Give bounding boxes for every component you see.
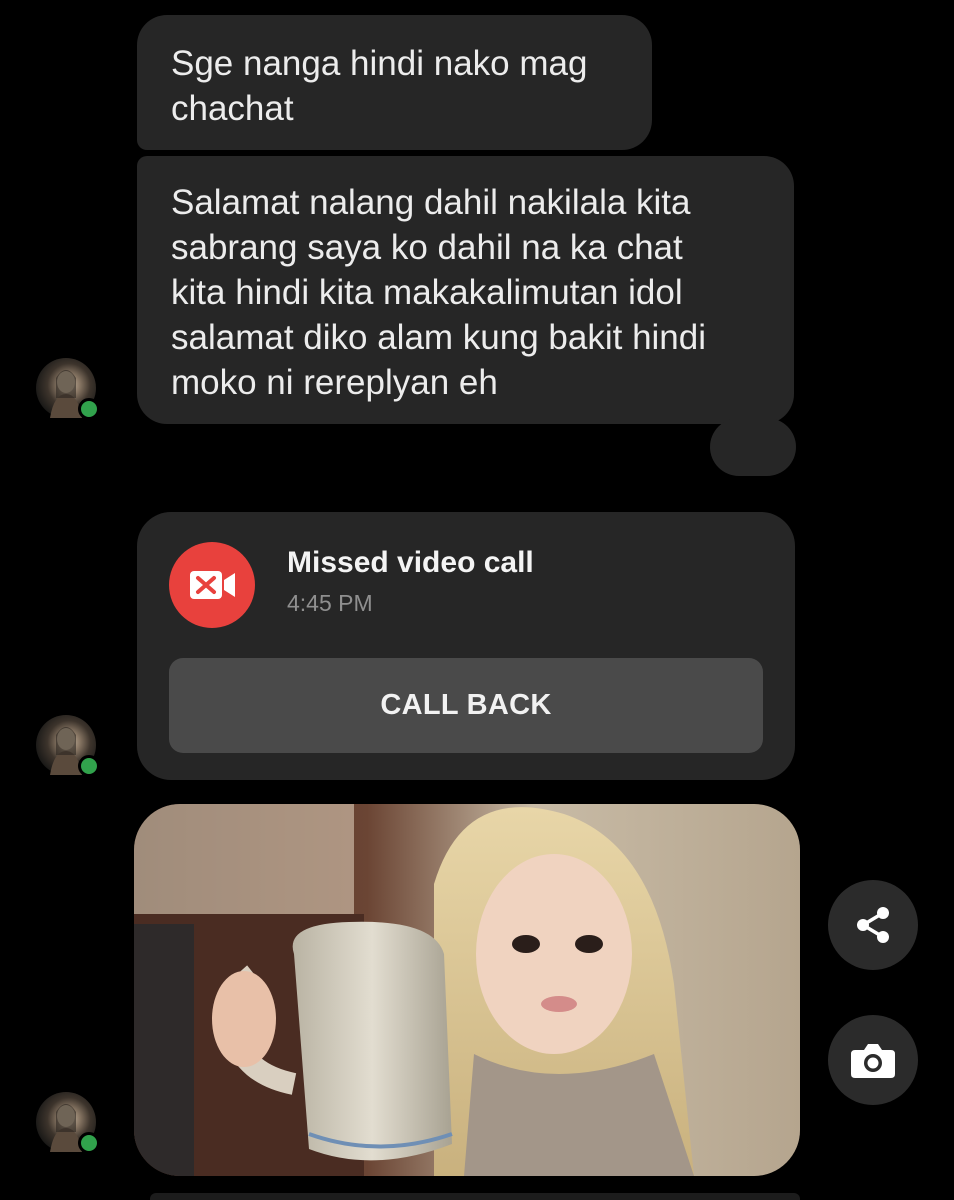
message-line: chachat: [171, 89, 294, 128]
received-message-1[interactable]: Sge nanga hindi nako mag chachat: [137, 15, 652, 150]
camera-icon: [851, 1044, 895, 1078]
photo-message[interactable]: [134, 804, 800, 1176]
call-title: Missed video call: [287, 546, 534, 579]
message-line: moko ni rereplyan eh: [171, 363, 498, 402]
received-message-2[interactable]: Salamat nalang dahil nakilala kita sabra…: [137, 156, 794, 424]
message-line: Salamat nalang dahil nakilala kita: [171, 183, 691, 222]
avatar[interactable]: [36, 358, 100, 420]
message-line: salamat diko alam kung bakit hindi: [171, 318, 707, 357]
message-line: sabrang saya ko dahil na ka chat: [171, 228, 683, 267]
typing-indicator: [710, 418, 796, 476]
photo-image: [134, 804, 800, 1176]
online-status-dot: [78, 1132, 100, 1154]
share-icon: [857, 907, 889, 943]
call-time: 4:45 PM: [287, 590, 373, 616]
missed-video-call-icon: [169, 542, 255, 628]
missed-call-card: Missed video call 4:45 PM CALL BACK: [137, 512, 795, 780]
avatar[interactable]: [36, 1092, 100, 1154]
share-button[interactable]: [828, 880, 918, 970]
online-status-dot: [78, 398, 100, 420]
online-status-dot: [78, 755, 100, 777]
call-back-button[interactable]: CALL BACK: [169, 658, 763, 753]
message-line: Sge nanga hindi nako mag: [171, 44, 588, 83]
avatar[interactable]: [36, 715, 100, 777]
next-message-edge: [150, 1193, 800, 1200]
camera-button[interactable]: [828, 1015, 918, 1105]
message-line: kita hindi kita makakalimutan idol: [171, 273, 683, 312]
